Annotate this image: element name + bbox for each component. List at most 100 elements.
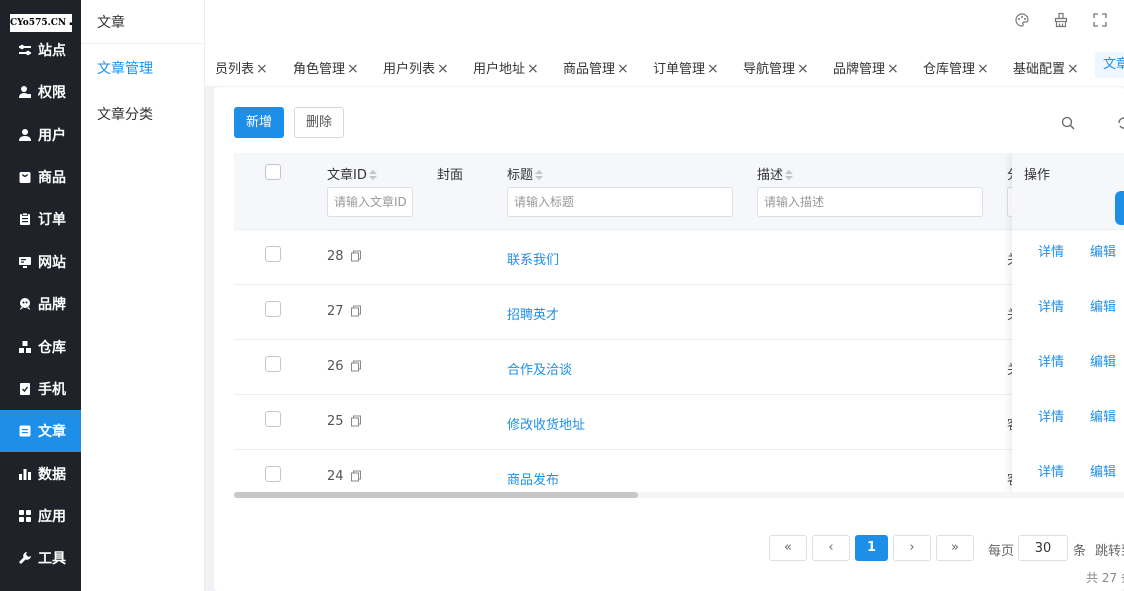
desc-filter-input[interactable] — [757, 187, 983, 217]
close-icon[interactable]: × — [527, 61, 539, 77]
article-title-link[interactable]: 商品发布 — [507, 469, 559, 488]
submenu-title: 文章 — [97, 15, 125, 31]
close-icon[interactable]: × — [437, 61, 449, 77]
copy-icon[interactable] — [350, 415, 362, 427]
tab-role-manage[interactable]: 角色管理 × — [293, 58, 359, 77]
sliders-icon — [18, 43, 32, 57]
column-header-id[interactable]: 文章ID — [327, 164, 377, 183]
page-1-button[interactable]: 1 — [855, 535, 888, 561]
close-icon[interactable]: × — [887, 61, 899, 77]
close-icon[interactable]: × — [256, 61, 268, 77]
main-sidebar: CYo575.CN ▪▪ 站点 权限 用户 商品 订单 网站 品牌 仓库 手机 … — [0, 0, 81, 591]
copy-icon[interactable] — [350, 250, 362, 262]
close-icon[interactable]: × — [1067, 61, 1079, 77]
clear-cache-icon[interactable] — [1053, 12, 1069, 28]
detail-link[interactable]: 详情 — [1038, 461, 1064, 480]
tab-order-manage[interactable]: 订单管理 × — [653, 58, 719, 77]
table-row: 24 商品发布 客 — [234, 450, 1124, 498]
fullscreen-icon[interactable] — [1092, 12, 1108, 28]
detail-link[interactable]: 详情 — [1038, 241, 1064, 260]
search-icon[interactable] — [1060, 115, 1076, 131]
submenu-item-article-manage[interactable]: 文章管理 — [97, 58, 153, 78]
sidebar-item-brand[interactable]: 品牌 — [0, 283, 81, 325]
detail-link[interactable]: 详情 — [1038, 296, 1064, 315]
prev-page-button[interactable]: ‹ — [812, 535, 850, 561]
edit-link[interactable]: 编辑 — [1090, 296, 1116, 315]
sidebar-item-permission[interactable]: 权限 — [0, 71, 81, 113]
tab-user-list[interactable]: 用户列表 × — [383, 58, 449, 77]
tab-goods-manage[interactable]: 商品管理 × — [563, 58, 629, 77]
row-checkbox[interactable] — [265, 466, 281, 482]
warehouse-icon — [18, 340, 32, 354]
article-title-link[interactable]: 联系我们 — [507, 249, 559, 268]
edit-link[interactable]: 编辑 — [1090, 351, 1116, 370]
monitor-icon — [18, 255, 32, 269]
sidebar-item-goods[interactable]: 商品 — [0, 156, 81, 198]
sidebar-item-label: 网站 — [38, 255, 66, 271]
row-checkbox[interactable] — [265, 411, 281, 427]
tab-employee-list[interactable]: 员列表 × — [215, 58, 268, 77]
copy-icon[interactable] — [350, 305, 362, 317]
last-page-button[interactable]: » — [936, 535, 974, 561]
scrollbar-thumb[interactable] — [234, 492, 638, 498]
refresh-icon[interactable] — [1116, 115, 1124, 131]
sort-icon[interactable] — [785, 170, 794, 181]
tab-label: 文章 — [1103, 57, 1124, 72]
tab-article[interactable]: 文章 — [1095, 52, 1124, 78]
add-button[interactable]: 新增 — [234, 107, 284, 138]
tab-warehouse-manage[interactable]: 仓库管理 × — [923, 58, 989, 77]
tab-label: 商品管理 — [563, 62, 616, 77]
sidebar-item-mobile[interactable]: 手机 — [0, 368, 81, 410]
sidebar-item-warehouse[interactable]: 仓库 — [0, 326, 81, 368]
close-icon[interactable]: × — [977, 61, 989, 77]
title-filter-input[interactable] — [507, 187, 733, 217]
submenu-item-article-category[interactable]: 文章分类 — [97, 104, 153, 124]
column-header-desc[interactable]: 描述 — [757, 164, 794, 183]
article-title-link[interactable]: 修改收货地址 — [507, 414, 585, 433]
palette-icon[interactable] — [1014, 12, 1030, 28]
copy-icon[interactable] — [350, 470, 362, 482]
logo-mark: ▪▪ — [69, 21, 72, 27]
sidebar-item-tools[interactable]: 工具 — [0, 537, 81, 579]
column-header-title[interactable]: 标题 — [507, 164, 544, 183]
row-checkbox[interactable] — [265, 246, 281, 262]
sidebar-item-website[interactable]: 网站 — [0, 241, 81, 283]
close-icon[interactable]: × — [797, 61, 809, 77]
row-checkbox[interactable] — [265, 301, 281, 317]
sort-icon[interactable] — [535, 170, 544, 181]
detail-link[interactable]: 详情 — [1038, 406, 1064, 425]
column-header-id-label: 文章ID — [327, 168, 367, 183]
tab-user-address[interactable]: 用户地址 × — [473, 58, 539, 77]
tab-nav-manage[interactable]: 导航管理 × — [743, 58, 809, 77]
close-icon[interactable]: × — [707, 61, 719, 77]
horizontal-scrollbar[interactable] — [234, 492, 1124, 498]
select-all-checkbox[interactable] — [265, 164, 281, 180]
sidebar-item-article[interactable]: 文章 — [0, 410, 81, 452]
id-filter-input[interactable] — [327, 187, 413, 217]
detail-link[interactable]: 详情 — [1038, 351, 1064, 370]
close-icon[interactable]: × — [617, 61, 629, 77]
sort-icon[interactable] — [368, 170, 377, 181]
row-checkbox[interactable] — [265, 356, 281, 372]
tab-brand-manage[interactable]: 品牌管理 × — [833, 58, 899, 77]
close-icon[interactable]: × — [347, 61, 359, 77]
sidebar-item-order[interactable]: 订单 — [0, 198, 81, 240]
next-page-button[interactable]: › — [893, 535, 931, 561]
edit-link[interactable]: 编辑 — [1090, 406, 1116, 425]
article-title-link[interactable]: 合作及洽谈 — [507, 359, 572, 378]
sidebar-item-app[interactable]: 应用 — [0, 495, 81, 537]
sidebar-item-site[interactable]: 站点 — [0, 29, 81, 71]
copy-icon[interactable] — [350, 360, 362, 372]
column-settings-button[interactable] — [1115, 191, 1124, 225]
sidebar-item-label: 用户 — [38, 128, 66, 144]
edit-link[interactable]: 编辑 — [1090, 461, 1116, 480]
sidebar-item-user[interactable]: 用户 — [0, 114, 81, 156]
tab-basic-config[interactable]: 基础配置 × — [1013, 58, 1079, 77]
per-page-input[interactable] — [1018, 535, 1068, 561]
delete-button[interactable]: 删除 — [294, 107, 344, 138]
edit-link[interactable]: 编辑 — [1090, 241, 1116, 260]
logo-text: CYo575.CN — [10, 18, 67, 28]
sidebar-item-data[interactable]: 数据 — [0, 453, 81, 495]
first-page-button[interactable]: « — [769, 535, 807, 561]
article-title-link[interactable]: 招聘英才 — [507, 304, 559, 323]
